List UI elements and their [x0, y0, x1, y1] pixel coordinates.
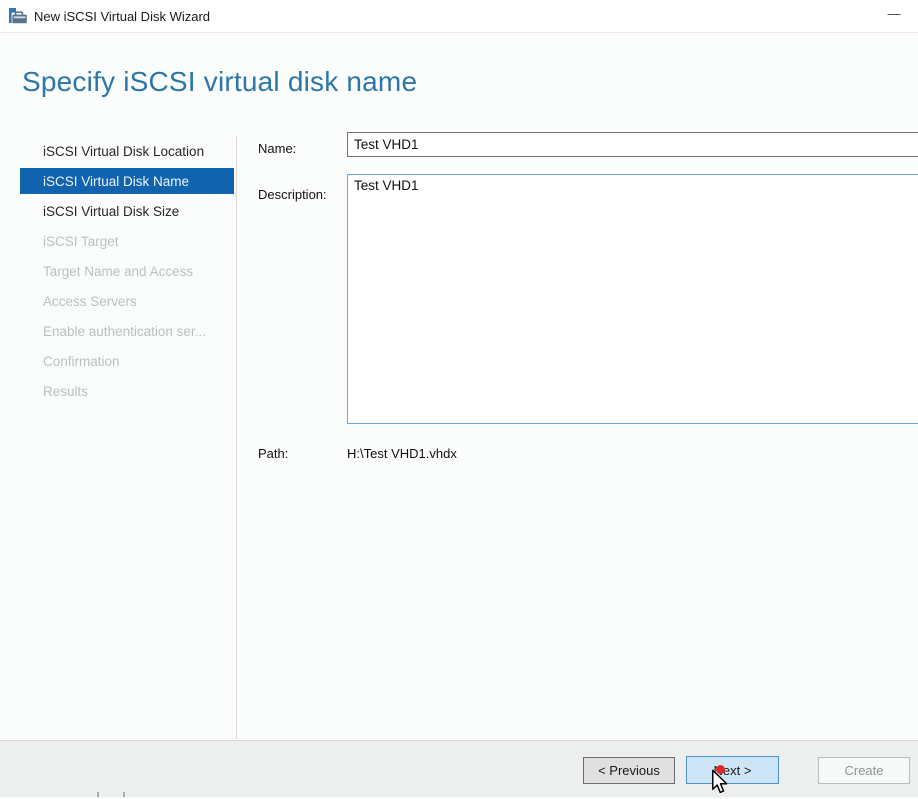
page-title: Specify iSCSI virtual disk name — [22, 66, 417, 98]
name-input[interactable] — [347, 132, 918, 157]
screen-edge-artifact — [97, 792, 99, 797]
sidebar-item-disk-location[interactable]: iSCSI Virtual Disk Location — [20, 138, 234, 164]
sidebar-item-access-servers: Access Servers — [20, 288, 234, 314]
mouse-cursor — [711, 769, 729, 799]
name-label: Name: — [258, 141, 296, 156]
sidebar-item-results: Results — [20, 378, 234, 404]
path-label: Path: — [258, 446, 288, 461]
sidebar-item-iscsi-target: iSCSI Target — [20, 228, 234, 254]
screen-edge-artifact — [123, 792, 125, 797]
sidebar-item-confirmation: Confirmation — [20, 348, 234, 374]
server-manager-icon — [8, 6, 28, 26]
wizard-steps-sidebar: iSCSI Virtual Disk Location iSCSI Virtua… — [20, 138, 234, 408]
sidebar-item-disk-name[interactable]: iSCSI Virtual Disk Name — [20, 168, 234, 194]
titlebar: New iSCSI Virtual Disk Wizard — — [0, 0, 918, 33]
sidebar-item-enable-authentication: Enable authentication ser... — [20, 318, 234, 344]
sidebar-divider — [236, 136, 237, 739]
previous-button[interactable]: < Previous — [583, 757, 675, 784]
sidebar-item-target-name-access: Target Name and Access — [20, 258, 234, 284]
description-label: Description: — [258, 187, 327, 202]
window-title: New iSCSI Virtual Disk Wizard — [34, 9, 210, 24]
path-value: H:\Test VHD1.vhdx — [347, 446, 457, 461]
wizard-footer: < Previous Next > Create — [0, 740, 918, 797]
next-button[interactable]: Next > — [686, 756, 779, 784]
create-button: Create — [818, 757, 910, 784]
sidebar-item-disk-size[interactable]: iSCSI Virtual Disk Size — [20, 198, 234, 224]
description-input[interactable]: Test VHD1 — [347, 174, 918, 424]
minimize-button[interactable]: — — [876, 0, 912, 30]
